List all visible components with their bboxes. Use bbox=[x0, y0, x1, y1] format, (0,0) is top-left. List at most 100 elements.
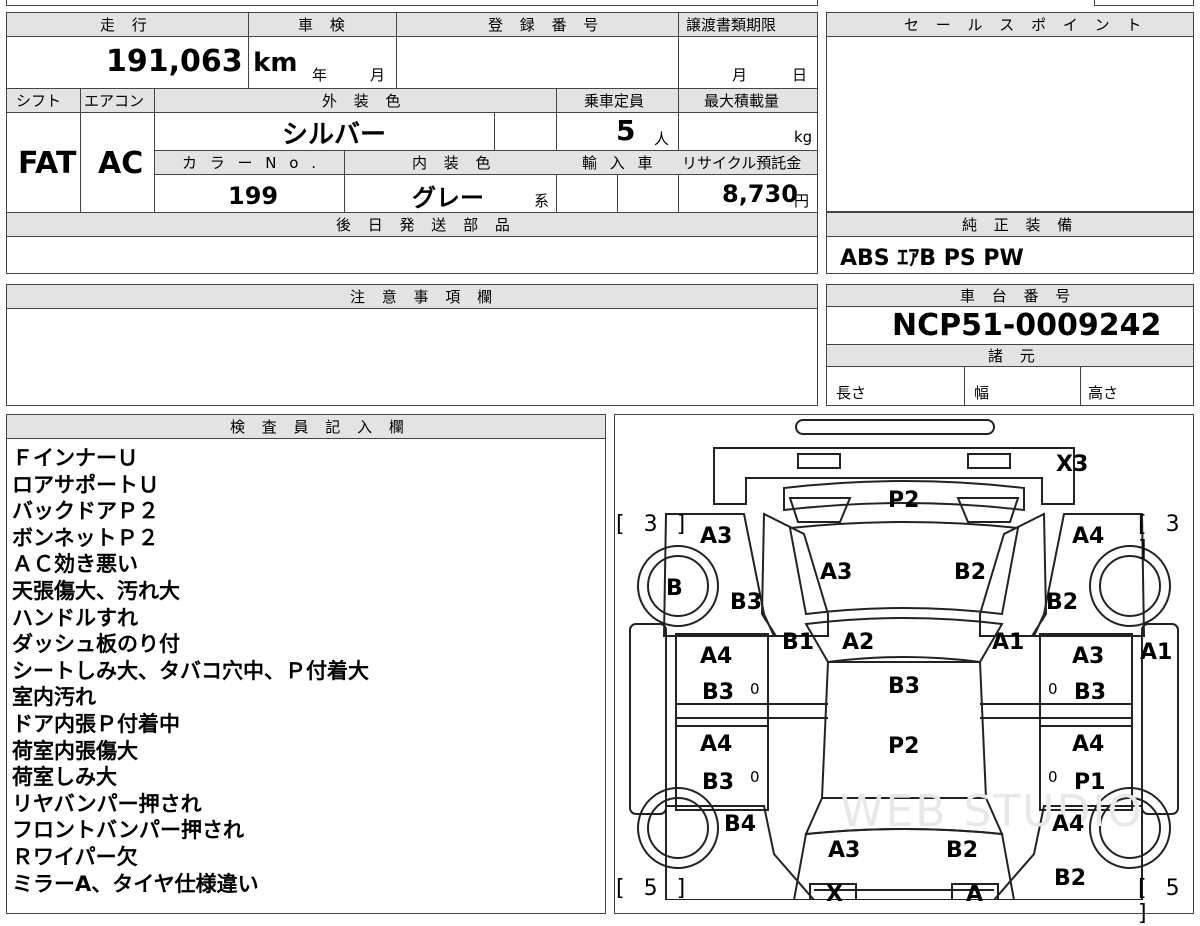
shaken-year: 年 bbox=[312, 66, 328, 84]
damage-label-a3-hood: A3 bbox=[820, 560, 853, 585]
damage-label-a2: A2 bbox=[842, 630, 875, 655]
damage-label-a4-ld2: A4 bbox=[700, 732, 733, 757]
rear-glass-right bbox=[956, 497, 1020, 523]
damage-label-x3: X3 bbox=[1056, 452, 1089, 477]
damage-label-tl-bracket: [ 3 ] bbox=[616, 512, 692, 537]
damage-label-a1-side: A1 bbox=[1140, 640, 1173, 665]
registration-label: 登 録 番 号 bbox=[488, 16, 605, 34]
divider bbox=[396, 12, 397, 88]
divider bbox=[80, 88, 81, 212]
import-label: 輸 入 車 bbox=[582, 154, 657, 172]
inspector-note-line: バックドアＰ２ bbox=[12, 499, 159, 524]
max-load-label: 最大積載量 bbox=[704, 92, 780, 110]
caution-label: 注 意 事 項 欄 bbox=[350, 288, 499, 306]
mileage-value: 191,063 km bbox=[106, 44, 297, 79]
inspector-note-line: 荷室しみ大 bbox=[12, 765, 117, 790]
rear-glass-left bbox=[788, 497, 852, 523]
exterior-color-label: 外 装 色 bbox=[322, 92, 407, 110]
capacity-label: 乗車定員 bbox=[584, 92, 645, 110]
inspector-note-line: ＦインナーＵ bbox=[12, 446, 138, 470]
color-no-value: 199 bbox=[228, 182, 279, 210]
damage-label-b3-l: B3 bbox=[730, 590, 763, 615]
inspector-note-line: ロアサポートＵ bbox=[12, 472, 159, 497]
recycle-unit: 円 bbox=[794, 192, 810, 210]
inspector-note-line: ダッシュ板のり付 bbox=[12, 632, 180, 657]
damage-label-zero: 0 bbox=[1048, 768, 1058, 786]
aircon-value: AC bbox=[98, 146, 144, 181]
exterior-color-value: シルバー bbox=[282, 120, 387, 150]
transfer-month: 月 bbox=[732, 66, 748, 84]
aircon-label: エアコン bbox=[84, 92, 145, 110]
mileage-unit: km bbox=[253, 48, 298, 78]
body-upper bbox=[760, 512, 829, 637]
inspector-note-line: ボンネットＰ２ bbox=[12, 525, 159, 550]
divider bbox=[494, 112, 495, 150]
spec-height: 高さ bbox=[1088, 384, 1119, 402]
interior-color-value: グレー bbox=[412, 184, 484, 212]
damage-label-a-bot: A bbox=[966, 882, 984, 907]
inspector-note-line: 天張傷大、汚れ大 bbox=[12, 579, 180, 603]
rear-lamp-left bbox=[797, 453, 841, 469]
divider bbox=[678, 12, 679, 88]
damage-label-b-wheel: B bbox=[666, 576, 683, 601]
wheel-front-left-outer bbox=[637, 787, 719, 869]
shaken-label: 車 検 bbox=[298, 16, 351, 34]
damage-label-b3-ld1: B3 bbox=[702, 680, 735, 705]
top-cut-strip bbox=[6, 0, 818, 6]
transfer-deadline-label: 譲渡書類期限 bbox=[686, 16, 777, 34]
shift-label: シフト bbox=[16, 92, 62, 110]
damage-label-p2-roof: P2 bbox=[888, 734, 920, 759]
damage-label-a3-rd1: A3 bbox=[1072, 644, 1105, 669]
spec-length: 長さ bbox=[836, 384, 867, 402]
damage-label-b2-hood: B2 bbox=[954, 560, 987, 585]
divider bbox=[344, 150, 345, 212]
recycle-label: リサイクル預託金 bbox=[682, 154, 802, 172]
capacity-value: 5 bbox=[616, 114, 636, 147]
damage-label-zero: 0 bbox=[750, 680, 760, 698]
damage-label-br-bracket: [ 5 ] bbox=[1138, 876, 1186, 926]
chassis-number: NCP51-0009242 bbox=[892, 308, 1162, 343]
wheel-rear-right-inner bbox=[1099, 555, 1161, 617]
damage-label-p1-rd2: P1 bbox=[1074, 770, 1106, 795]
divider bbox=[1080, 367, 1081, 406]
damage-label-a4-tr: A4 bbox=[1072, 524, 1105, 549]
damage-label-zero: 0 bbox=[750, 768, 760, 786]
sales-point-label: セ ー ル ス ポ イ ン ト bbox=[904, 16, 1148, 34]
damage-label-tr-bracket: [ 3 ] bbox=[1138, 512, 1186, 562]
rear-spoiler bbox=[795, 419, 995, 435]
inspector-note-line: リヤバンパー押され bbox=[12, 791, 202, 816]
max-load-unit: kg bbox=[794, 128, 813, 146]
inspector-note-line: ハンドルすれ bbox=[12, 605, 138, 630]
damage-label-b2-r: B2 bbox=[1046, 590, 1079, 615]
inspector-label: 検 査 員 記 入 欄 bbox=[230, 418, 410, 436]
interior-color-label: 内 装 色 bbox=[412, 154, 497, 172]
cabin-rear-glass bbox=[804, 617, 1004, 664]
damage-label-a4-rd2: A4 bbox=[1072, 732, 1105, 757]
damage-label-b1: B1 bbox=[782, 630, 815, 655]
recycle-value: 8,730 bbox=[722, 180, 798, 208]
damage-label-a4-ld1: A4 bbox=[700, 644, 733, 669]
inspector-note-line: ミラーA、タイヤ仕様違い bbox=[12, 871, 259, 896]
color-no-label: カ ラ ー N o . bbox=[182, 154, 321, 172]
inspector-note-line: 荷室内張傷大 bbox=[12, 738, 138, 763]
inspector-note-line: ドア内張Ｐ付着中 bbox=[12, 712, 180, 736]
damage-label-zero: 0 bbox=[1048, 680, 1058, 698]
transfer-day: 日 bbox=[792, 66, 808, 84]
shift-value: FAT bbox=[18, 146, 77, 181]
inspector-note-line: シートしみ大、タバコ穴中、Ｐ付着大 bbox=[12, 658, 369, 683]
damage-label-b2-br: B2 bbox=[1054, 866, 1087, 891]
mileage-number: 191,063 bbox=[106, 44, 243, 79]
damage-label-b4: B4 bbox=[724, 812, 757, 837]
side-strip-left bbox=[629, 623, 667, 815]
damage-label-b3-ld2: B3 bbox=[702, 770, 735, 795]
damage-label-x-bot: X bbox=[826, 882, 843, 907]
capacity-unit: 人 bbox=[654, 130, 670, 148]
damage-label-b3-rd1: B3 bbox=[1074, 680, 1107, 705]
rear-lamp-right bbox=[967, 453, 1011, 469]
equipment-value: ABS ｴｱB PS PW bbox=[840, 246, 1024, 271]
later-parts-label: 後 日 発 送 部 品 bbox=[336, 216, 516, 234]
damage-label-bl-bracket: [ 5 ] bbox=[616, 876, 692, 901]
specs-label: 諸 元 bbox=[988, 347, 1041, 365]
equipment-label: 純 正 装 備 bbox=[962, 216, 1079, 234]
damage-label-a1: A1 bbox=[992, 630, 1025, 655]
